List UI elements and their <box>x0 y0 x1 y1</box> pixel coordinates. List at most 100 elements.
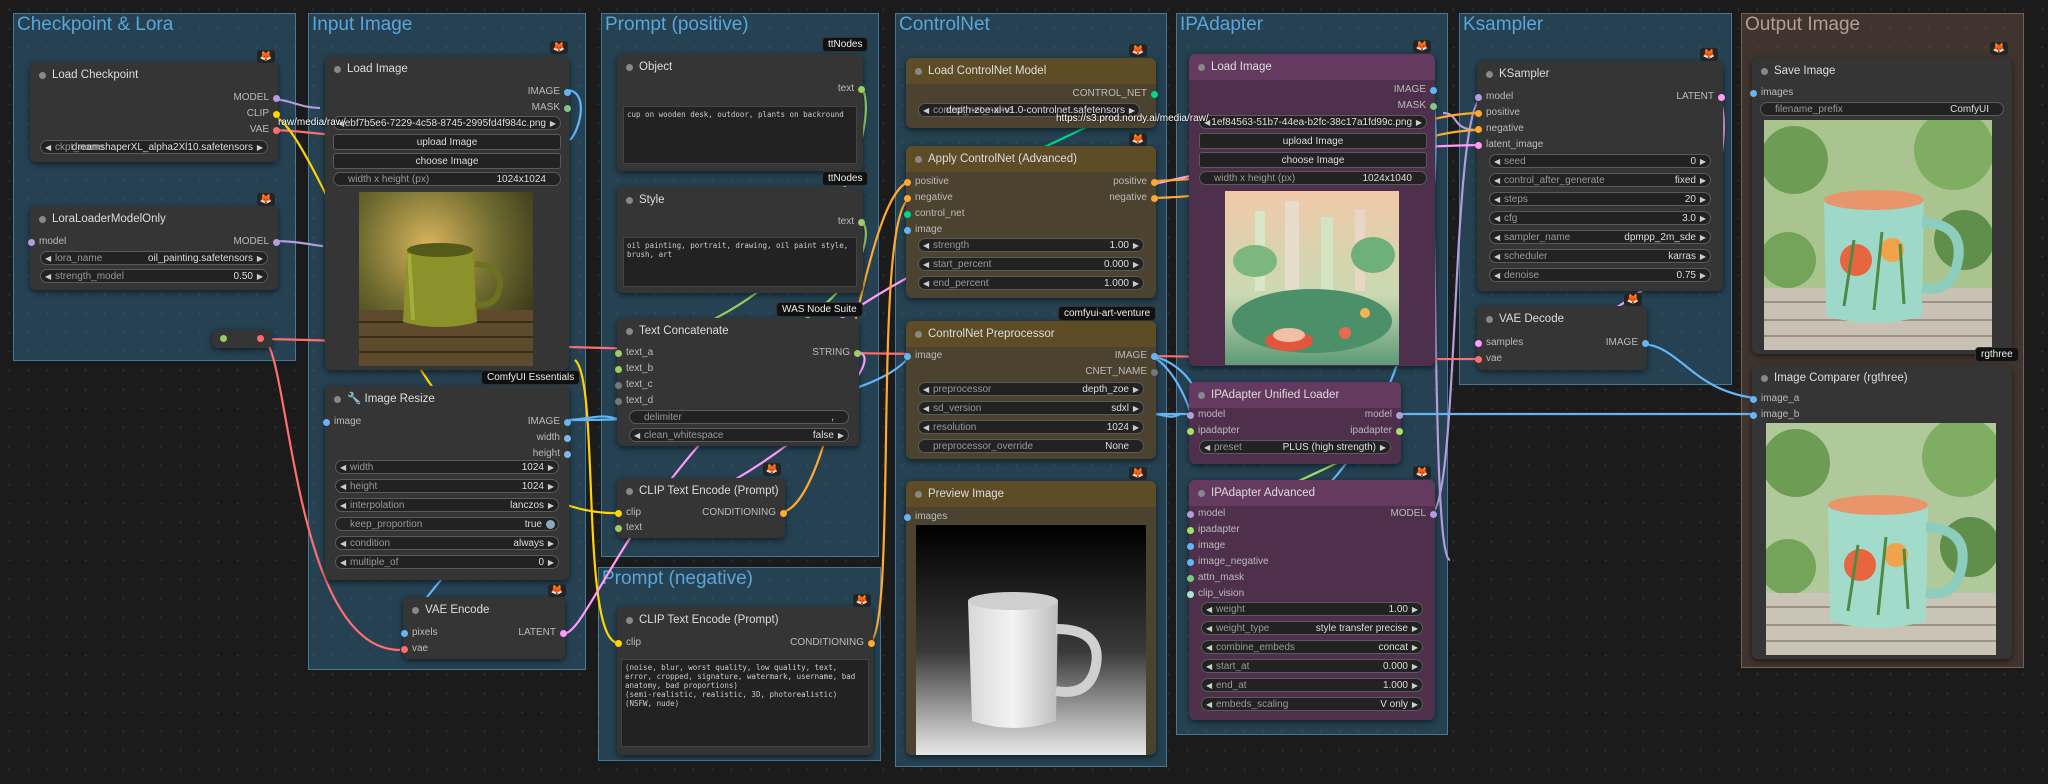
save-image-node[interactable]: Save Image images filename_prefix ComfyUI <box>1750 58 2012 354</box>
input-image-a[interactable]: image_a <box>1750 392 1799 406</box>
input-text-d[interactable]: text_d <box>615 394 653 408</box>
arrow-right-icon[interactable]: ▶ <box>1412 603 1418 615</box>
input-ipadapter[interactable]: ipadapter <box>1187 424 1240 438</box>
socket[interactable] <box>1475 356 1482 363</box>
output-model[interactable]: MODEL <box>1390 507 1437 521</box>
arrow-right-icon[interactable]: ▶ <box>1700 212 1706 224</box>
load-image-ipadapter-node[interactable]: Load Image IMAGE MASK ◀ 1ef84563-51b7-44e… <box>1189 54 1437 366</box>
collapse-dot[interactable] <box>626 617 633 624</box>
input-pixels[interactable]: pixels <box>401 626 438 640</box>
preprocessor-override-input[interactable]: preprocessor_override None <box>918 439 1144 453</box>
output-image[interactable]: IMAGE <box>1394 83 1437 97</box>
arrow-left-icon[interactable]: ◀ <box>1494 155 1500 167</box>
vae-decode-node[interactable]: VAE Decode samples vae IMAGE <box>1475 306 1649 370</box>
arrow-left-icon[interactable]: ◀ <box>340 480 346 492</box>
arrow-right-icon[interactable]: ▶ <box>1700 155 1706 167</box>
node-title[interactable]: CLIP Text Encode (Prompt) <box>617 478 785 504</box>
image-comparer-node[interactable]: Image Comparer (rgthree) image_a image_b <box>1750 365 2012 659</box>
input-text-c[interactable]: text_c <box>615 378 653 392</box>
output-height[interactable]: height <box>533 447 571 461</box>
input-text[interactable]: text <box>615 521 642 535</box>
collapse-dot[interactable] <box>626 197 633 204</box>
collapse-dot[interactable] <box>626 64 633 71</box>
seed-number[interactable]: ◀ seed 0 ▶ <box>1489 154 1711 168</box>
arrow-right-icon[interactable]: ▶ <box>1412 698 1418 710</box>
object-text-node[interactable]: Object text cup on wooden desk, outdoor,… <box>617 54 865 171</box>
socket[interactable] <box>904 514 911 521</box>
socket[interactable] <box>564 105 571 112</box>
weight-number[interactable]: ◀ weight 1.00 ▶ <box>1201 602 1423 616</box>
arrow-left-icon[interactable]: ◀ <box>1494 269 1500 281</box>
socket[interactable] <box>1151 179 1158 186</box>
socket[interactable] <box>560 630 567 637</box>
input-clip[interactable]: clip <box>615 506 641 520</box>
end-at-number[interactable]: ◀ end_at 1.000 ▶ <box>1201 678 1423 692</box>
socket[interactable] <box>904 211 911 218</box>
arrow-right-icon[interactable]: ▶ <box>1700 250 1706 262</box>
socket[interactable] <box>1750 412 1757 419</box>
socket[interactable] <box>564 419 571 426</box>
socket[interactable] <box>858 219 865 226</box>
image-resize-node[interactable]: 🔧 Image Resize image IMAGE width height … <box>323 386 571 580</box>
input-model[interactable]: model <box>1475 90 1513 104</box>
input-image-negative[interactable]: image_negative <box>1187 555 1269 569</box>
output-control-net[interactable]: CONTROL_NET <box>1073 87 1158 101</box>
arrow-right-icon[interactable]: ▶ <box>257 252 263 264</box>
output-latent[interactable]: LATENT <box>518 626 567 640</box>
socket[interactable] <box>615 382 622 389</box>
input-negative[interactable]: negative <box>904 191 953 205</box>
arrow-right-icon[interactable]: ▶ <box>1133 277 1139 289</box>
output-clip[interactable]: CLIP <box>247 107 280 121</box>
output-model[interactable]: MODEL <box>233 91 280 105</box>
socket[interactable] <box>615 398 622 405</box>
socket[interactable] <box>273 239 280 246</box>
lora-loader-node[interactable]: LoraLoaderModelOnly model MODEL ◀ lora_na… <box>28 206 280 290</box>
socket[interactable] <box>1396 412 1403 419</box>
arrow-right-icon[interactable]: ▶ <box>257 141 263 153</box>
socket[interactable] <box>1475 340 1482 347</box>
collapse-dot[interactable] <box>1198 490 1205 497</box>
socket[interactable] <box>1187 543 1194 550</box>
sampler-name-combo[interactable]: ◀ sampler_name dpmpp_2m_sde ▶ <box>1489 230 1711 244</box>
node-title[interactable]: CLIP Text Encode (Prompt) <box>617 607 873 633</box>
socket[interactable] <box>1430 511 1437 518</box>
input-samples[interactable]: samples <box>1475 336 1523 350</box>
socket[interactable] <box>1187 575 1194 582</box>
output-model[interactable]: model <box>1365 408 1403 422</box>
input-image-b[interactable]: image_b <box>1750 408 1799 422</box>
node-title[interactable]: VAE Encode <box>403 597 565 623</box>
text-concatenate-node[interactable]: Text Concatenate text_a text_b text_c te… <box>615 318 861 446</box>
arrow-right-icon[interactable]: ▶ <box>1133 383 1139 395</box>
collapse-dot[interactable] <box>626 488 633 495</box>
socket[interactable] <box>780 510 787 517</box>
arrow-right-icon[interactable]: ▶ <box>1700 231 1706 243</box>
socket[interactable] <box>615 366 622 373</box>
arrow-left-icon[interactable]: ◀ <box>1494 212 1500 224</box>
input-negative[interactable]: negative <box>1475 122 1524 136</box>
embeds-scaling-combo[interactable]: ◀ embeds_scaling V only ▶ <box>1201 697 1423 711</box>
input-image[interactable]: image <box>904 349 942 363</box>
arrow-right-icon[interactable]: ▶ <box>1380 441 1386 453</box>
node-title[interactable]: LoraLoaderModelOnly <box>30 206 278 232</box>
arrow-left-icon[interactable]: ◀ <box>923 421 929 433</box>
output-latent[interactable]: LATENT <box>1676 90 1725 104</box>
node-title[interactable]: 🔧 Image Resize <box>325 386 569 412</box>
input-text-b[interactable]: text_b <box>615 362 653 376</box>
input-model[interactable]: model <box>1187 408 1225 422</box>
socket[interactable] <box>1642 340 1649 347</box>
output-mask[interactable]: MASK <box>1398 99 1437 113</box>
arrow-right-icon[interactable]: ▶ <box>1700 193 1706 205</box>
socket[interactable] <box>28 239 35 246</box>
arrow-left-icon[interactable]: ◀ <box>1494 174 1500 186</box>
socket[interactable] <box>1151 91 1158 98</box>
vae-encode-node[interactable]: VAE Encode pixels vae LATENT <box>401 597 567 659</box>
socket[interactable] <box>615 525 622 532</box>
input-attn-mask[interactable]: attn_mask <box>1187 571 1244 585</box>
start-percent-number[interactable]: ◀ start_percent 0.000 ▶ <box>918 257 1144 271</box>
socket[interactable] <box>1430 87 1437 94</box>
socket[interactable] <box>273 127 280 134</box>
collapse-dot[interactable] <box>334 396 341 403</box>
collapse-dot[interactable] <box>39 72 46 79</box>
arrow-left-icon[interactable]: ◀ <box>1206 679 1212 691</box>
socket[interactable] <box>1151 369 1158 376</box>
